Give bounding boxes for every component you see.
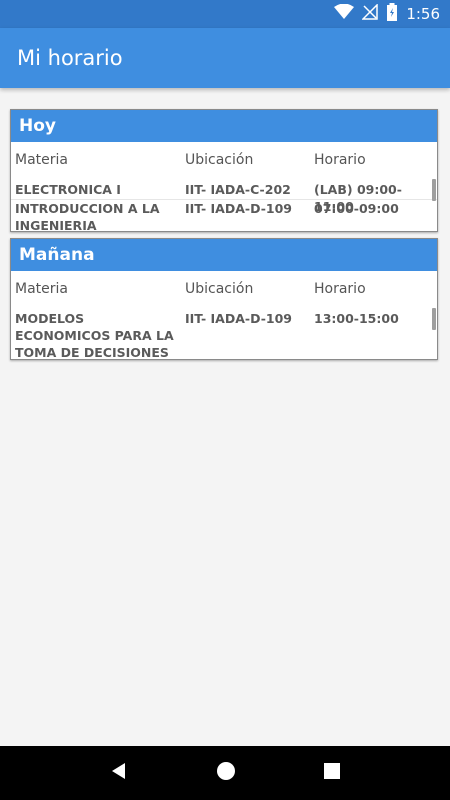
table-row[interactable]: MODELOS ECONOMICOS PARA LA TOMA DE DECIS… [11,310,437,360]
today-column-headers: Materia Ubicación Horario [11,142,437,176]
row-materia: ELECTRONICA I [15,182,121,197]
tomorrow-card-header: Mañana [11,239,437,271]
battery-icon [386,2,398,26]
app-bar: Mi horario [0,28,450,88]
row-ubicacion: IIT- IADA-C-202 [185,182,291,197]
scrollbar[interactable] [432,308,436,330]
home-icon[interactable] [216,761,236,786]
status-time: 1:56 [406,5,440,23]
column-header-ubicacion: Ubicación [185,152,254,168]
recents-icon[interactable] [324,762,340,784]
column-header-horario: Horario [314,152,366,168]
row-ubicacion: IIT- IADA-D-109 [185,311,292,326]
status-bar: 1:56 [0,0,450,28]
scrollbar[interactable] [432,179,436,201]
no-signal-icon [361,2,379,25]
column-header-materia: Materia [15,152,68,168]
row-horario: 07:00-09:00 [314,201,399,216]
page-title: Mi horario [17,46,123,70]
today-card-header: Hoy [11,110,437,142]
row-ubicacion: IIT- IADA-D-109 [185,201,292,216]
tomorrow-rows[interactable]: MODELOS ECONOMICOS PARA LA TOMA DE DECIS… [11,305,437,360]
tomorrow-column-headers: Materia Ubicación Horario [11,271,437,305]
wifi-icon [334,3,355,25]
back-icon[interactable] [110,762,128,785]
table-row[interactable]: ELECTRONICA I IIT- IADA-C-202 (LAB) 09:0… [11,181,437,214]
column-header-ubicacion: Ubicación [185,281,254,297]
row-horario: 13:00-15:00 [314,311,399,326]
column-header-horario: Horario [314,281,366,297]
row-materia: INTRODUCCION A LA INGENIERIA [15,201,160,232]
today-card: Hoy Materia Ubicación Horario ELECTRONIC… [10,109,438,232]
tomorrow-card: Mañana Materia Ubicación Horario MODELOS… [10,238,438,360]
nav-bar [0,746,450,800]
table-row[interactable]: INTRODUCCION A LA INGENIERIA IIT- IADA-D… [11,200,437,232]
column-header-materia: Materia [15,281,68,297]
today-rows[interactable]: ELECTRONICA I IIT- IADA-C-202 (LAB) 09:0… [11,176,437,232]
row-materia: MODELOS ECONOMICOS PARA LA TOMA DE DECIS… [15,311,174,360]
